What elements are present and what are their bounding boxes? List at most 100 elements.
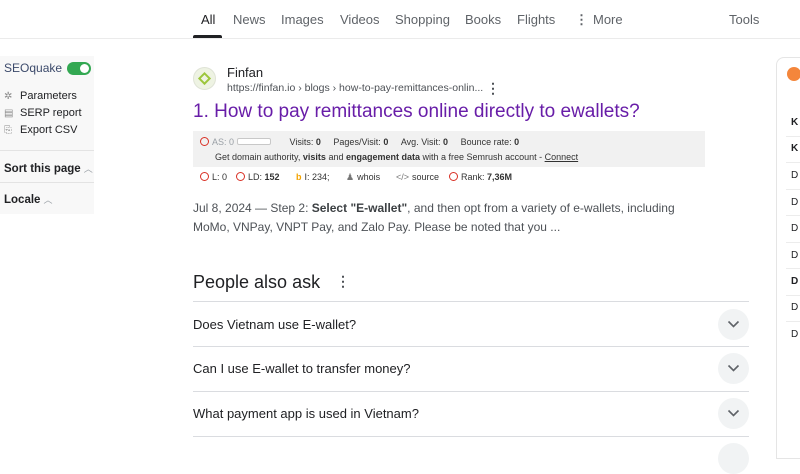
pages-visit-value: 0	[383, 137, 389, 147]
divider	[786, 321, 800, 322]
result-url[interactable]: https://finfan.io › blogs › how-to-pay-r…	[227, 82, 483, 94]
bounce-rate-metric[interactable]: Bounce rate: 0	[461, 137, 520, 147]
side-panel-item[interactable]: D	[791, 170, 798, 181]
sort-this-page-toggle[interactable]: Sort this page ︿	[4, 162, 93, 175]
tab-more[interactable]: ⋮ More	[575, 12, 623, 28]
pages-visit-metric[interactable]: Pages/Visit: 0	[333, 137, 388, 147]
tab-images[interactable]: Images	[281, 12, 324, 27]
avg-visit-metric[interactable]: Avg. Visit: 0	[401, 137, 448, 147]
visits-label: Visits:	[289, 137, 314, 147]
pages-visit-label: Pages/Visit:	[333, 137, 381, 147]
ld-label: LD:	[248, 172, 263, 182]
avg-visit-value: 0	[443, 137, 449, 147]
snippet-date: Jul 8, 2024 — Step 2:	[193, 201, 309, 215]
side-panel-item[interactable]: K	[791, 117, 798, 128]
snippet-text: , and then opt from a variety of e-walle…	[407, 201, 675, 215]
chevron-up-icon: ︿	[83, 164, 93, 174]
seoquake-parameters-link[interactable]: ✲ Parameters	[4, 90, 77, 102]
paa-question-3[interactable]: What payment app is used in Vietnam?	[193, 406, 419, 421]
semrush-connect-link[interactable]: Connect	[545, 152, 579, 162]
avg-visit-label: Avg. Visit:	[400, 137, 441, 147]
visits-value: 0	[315, 137, 321, 147]
ld-value: 152	[264, 172, 280, 182]
i-label: I: 234;	[304, 172, 330, 182]
chevron-down-icon	[727, 364, 740, 372]
source-label: source	[412, 172, 440, 182]
divider	[193, 301, 749, 302]
result-options-icon[interactable]: ⋮	[486, 80, 500, 97]
paa-expand-1-button[interactable]	[718, 309, 749, 340]
seoquake-parameters-label: Parameters	[20, 90, 77, 102]
tools-button[interactable]: Tools	[729, 12, 759, 27]
tab-shopping[interactable]: Shopping	[395, 12, 450, 27]
promo-and: and	[328, 152, 344, 162]
gear-icon: ✲	[4, 91, 13, 102]
finfan-logo-icon	[197, 71, 212, 86]
locale-label: Locale	[4, 194, 41, 206]
tab-news[interactable]: News	[233, 12, 266, 27]
promo-visits: visits	[302, 152, 326, 162]
tab-all[interactable]: All	[201, 12, 215, 27]
bounce-rate-label: Bounce rate:	[460, 137, 512, 147]
export-icon: ⎘	[4, 125, 12, 136]
bounce-rate-value: 0	[514, 137, 520, 147]
promo-engagement: engagement data	[345, 152, 421, 162]
seoquake-serp-report-link[interactable]: ▤ SERP report	[4, 107, 82, 119]
tab-more-label: More	[593, 12, 623, 27]
bing-icon: b	[296, 172, 302, 182]
seoquake-toggle[interactable]	[67, 62, 91, 75]
divider	[786, 268, 800, 269]
paa-question-2[interactable]: Can I use E-wallet to transfer money?	[193, 361, 411, 376]
side-panel-item[interactable]: D	[791, 276, 798, 287]
seoquake-links-row: L: 0 LD: 152 b I: 234; ♟ whois </> source R…	[193, 171, 705, 190]
seoquake-title: SEOquake	[4, 61, 63, 75]
search-tabs-bar: All News Images Videos Shopping Books Fl…	[0, 0, 800, 39]
more-vert-icon: ⋮	[575, 12, 588, 27]
tab-books[interactable]: Books	[465, 12, 501, 27]
l-label: L: 0	[212, 172, 228, 182]
divider	[786, 242, 800, 243]
source-link[interactable]: </> source	[396, 172, 439, 182]
ld-metric[interactable]: LD: 152	[236, 172, 280, 182]
divider	[193, 436, 749, 437]
side-panel-item[interactable]: D	[791, 250, 798, 261]
side-panel-item[interactable]: D	[791, 197, 798, 208]
rank-metric[interactable]: Rank: 7,36M	[449, 172, 512, 182]
tab-flights[interactable]: Flights	[517, 12, 555, 27]
i-metric[interactable]: b I: 234;	[296, 172, 330, 182]
paa-expand-2-button[interactable]	[718, 353, 749, 384]
active-tab-indicator	[193, 35, 222, 38]
status-circle-icon	[200, 137, 209, 146]
side-panel-item[interactable]: D	[791, 329, 798, 340]
paa-question-1[interactable]: Does Vietnam use E-wallet?	[193, 317, 356, 332]
extension-icon[interactable]	[787, 67, 800, 81]
chevron-down-icon	[727, 320, 740, 328]
semrush-promo: Get domain authority, visits and engagem…	[215, 152, 578, 162]
seoquake-serp-report-label: SERP report	[20, 107, 82, 119]
whois-label: whois	[357, 172, 381, 182]
as-label[interactable]: AS: 0	[212, 137, 234, 147]
whois-link[interactable]: ♟ whois	[346, 172, 380, 183]
tab-videos[interactable]: Videos	[340, 12, 380, 27]
seoquake-export-csv-link[interactable]: ⎘ Export CSV	[4, 124, 77, 136]
divider	[786, 215, 800, 216]
paa-options-icon[interactable]: ⋮	[336, 273, 350, 290]
code-icon: </>	[396, 172, 410, 182]
visits-metric[interactable]: Visits: 0	[290, 137, 321, 147]
side-panel-item[interactable]: D	[791, 302, 798, 313]
chevron-up-icon: ︿	[43, 195, 53, 205]
side-panel-item[interactable]: D	[791, 223, 798, 234]
rank-value: 7,36M	[487, 172, 513, 182]
status-circle-icon	[449, 172, 458, 181]
divider	[0, 182, 94, 183]
as-progress-bar	[237, 138, 272, 145]
snippet-highlight: Select "E-wallet"	[311, 201, 408, 215]
result-site-name[interactable]: Finfan	[227, 65, 263, 80]
result-title-link[interactable]: 1. How to pay remittances online directl…	[193, 101, 640, 123]
chevron-down-icon	[727, 409, 740, 417]
paa-expand-3-button[interactable]	[718, 398, 749, 429]
locale-toggle[interactable]: Locale ︿	[4, 193, 52, 206]
side-panel-item[interactable]: K	[791, 143, 798, 154]
l-metric[interactable]: L: 0	[200, 172, 227, 182]
paa-expand-4-button[interactable]	[718, 443, 749, 474]
